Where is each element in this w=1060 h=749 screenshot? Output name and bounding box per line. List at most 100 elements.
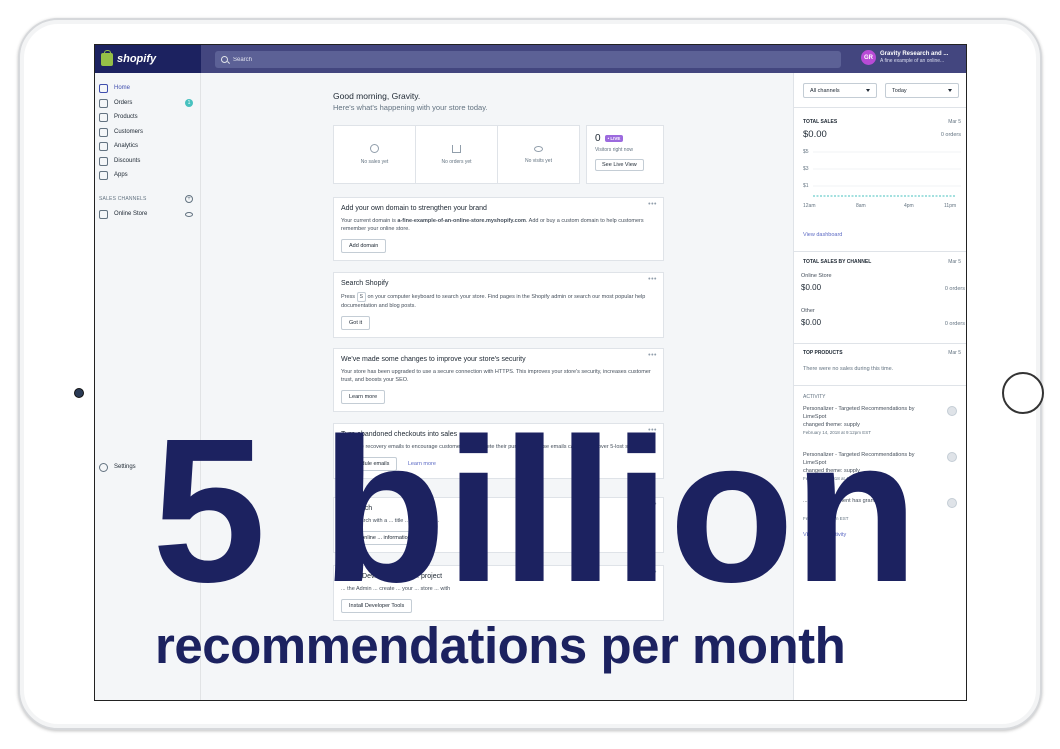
home-button[interactable]	[1002, 372, 1044, 414]
chart-x-label: 11pm	[944, 203, 957, 209]
top-products-section: TOP PRODUCTS Mar 5 There were no sales d…	[794, 343, 966, 388]
shopping-bag-icon	[101, 49, 113, 66]
inbox-icon	[452, 144, 461, 153]
sidebar-item-online-store[interactable]: Online Store	[99, 208, 147, 220]
other-channel-orders: 0 orders	[944, 321, 965, 327]
sidebar-item-discounts[interactable]: Discounts	[99, 155, 140, 167]
card-title: Add your own domain to strengthen your b…	[341, 205, 487, 212]
orders-stat: No orders yet	[416, 126, 498, 183]
logo-text: shopify	[117, 53, 157, 65]
card-body: Your current domain is a-fine-example-of…	[341, 218, 644, 232]
orders-icon	[99, 98, 108, 108]
discount-icon	[99, 156, 108, 166]
live-visitor-count: 0	[595, 133, 601, 144]
sidebar-item-label: Products	[114, 114, 138, 120]
top-products-label: TOP PRODUCTS	[803, 350, 843, 356]
chevron-down-icon	[948, 89, 952, 92]
keyboard-key: S	[356, 292, 366, 302]
home-icon	[99, 83, 108, 93]
online-store-channel-orders: 0 orders	[944, 286, 965, 292]
search-bar[interactable]	[215, 51, 841, 68]
live-badge: • LIVE	[604, 135, 624, 142]
gear-icon	[99, 462, 108, 472]
sidebar-item-settings[interactable]: Settings	[99, 461, 136, 473]
sidebar-item-analytics[interactable]: Analytics	[99, 140, 138, 152]
sales-channels-heading: SALES CHANNELS	[99, 196, 147, 202]
store-account-menu[interactable]: GR Gravity Research and ... A fine examp…	[861, 50, 948, 65]
sales-by-channel-label: TOTAL SALES BY CHANNEL	[803, 259, 872, 265]
person-icon	[99, 127, 108, 137]
sidebar-item-label: Customers	[114, 129, 144, 135]
chart-x-label: 12am	[803, 203, 816, 209]
top-bar: shopify GR Gravity Research and ... A fi…	[95, 45, 966, 73]
app-activity-icon	[947, 452, 957, 462]
app-activity-icon	[947, 406, 957, 416]
date-select[interactable]: Today	[885, 83, 959, 98]
store-icon	[99, 209, 108, 219]
card-title: We've made some changes to improve your …	[341, 356, 526, 363]
stat-label: No visits yet	[525, 157, 552, 164]
bar-chart-icon	[99, 141, 108, 151]
store-subtitle: A fine example of an online...	[880, 58, 945, 64]
total-sales-value: $0.00	[803, 129, 827, 140]
search-input[interactable]	[233, 56, 813, 63]
more-options-icon[interactable]: •••	[648, 352, 657, 359]
view-dashboard-link[interactable]: View dashboard	[803, 232, 842, 238]
sidebar-item-label: Orders	[114, 100, 133, 106]
chart-x-label: 8am	[856, 203, 866, 209]
eye-icon	[534, 145, 543, 152]
sidebar-item-customers[interactable]: Customers	[99, 126, 143, 138]
sales-stat: No sales yet	[334, 126, 416, 183]
more-options-icon[interactable]: •••	[648, 276, 657, 283]
total-sales-section: TOTAL SALES Mar 5 $0.00 0 orders $5 $3 $…	[794, 107, 966, 264]
chevron-down-icon	[866, 89, 870, 92]
stat-label: No orders yet	[441, 158, 472, 165]
sidebar-item-label: Discounts	[114, 158, 141, 164]
add-channel-plus-icon[interactable]: +	[185, 195, 193, 203]
stat-label: No sales yet	[360, 159, 389, 165]
greeting-title: Good morning, Gravity.	[333, 91, 421, 101]
avatar: GR	[861, 50, 876, 65]
shopify-logo[interactable]: shopify	[95, 45, 201, 73]
sales-by-channel-section: TOTAL SALES BY CHANNEL Mar 5 Online Stor…	[794, 251, 966, 343]
select-value: Today	[892, 87, 907, 94]
sidebar-item-label: Settings	[114, 464, 136, 470]
online-store-channel-value: $0.00	[801, 283, 822, 292]
sidebar-item-label: Apps	[114, 172, 128, 178]
got-it-button[interactable]: Got it	[341, 316, 371, 330]
sidebar-item-label: Online Store	[114, 211, 148, 217]
online-store-channel-label: Online Store	[801, 273, 832, 279]
headline-overlay: 5 billion	[152, 396, 918, 625]
card-body: Press S on your computer keyboard to sea…	[341, 292, 646, 309]
orders-count-badge: 1	[185, 99, 193, 107]
sidebar-item-products[interactable]: Products	[99, 111, 138, 123]
sidebar-item-home[interactable]: Home	[99, 82, 130, 94]
search-icon	[221, 56, 228, 63]
sales-chart	[813, 151, 961, 197]
visits-stat: No visits yet	[498, 126, 579, 183]
view-store-eye-icon[interactable]	[185, 212, 193, 217]
camera-icon	[74, 388, 84, 398]
channel-select[interactable]: All channels	[803, 83, 877, 98]
sidebar-item-orders[interactable]: Orders	[99, 97, 132, 109]
sidebar-item-label: Analytics	[114, 143, 139, 149]
select-value: All channels	[810, 87, 840, 94]
live-subtitle: Visitors right now	[595, 147, 633, 153]
domain-card: ••• Add your own domain to strengthen yo…	[333, 197, 664, 261]
subline-overlay: recommendations per month	[155, 617, 846, 674]
sales-by-channel-date: Mar 5	[948, 259, 961, 265]
live-view-card: 0 • LIVE Visitors right now See Live Vie…	[586, 125, 664, 184]
greeting-subtitle: Here's what's happening with your store …	[333, 103, 488, 112]
sidebar-item-apps[interactable]: Apps	[99, 169, 128, 181]
tag-icon	[99, 112, 108, 122]
total-sales-orders: 0 orders	[940, 132, 961, 138]
total-sales-label: TOTAL SALES	[803, 119, 838, 125]
sidebar-item-label: Home	[114, 85, 131, 91]
chart-x-label: 4pm	[904, 203, 914, 209]
more-options-icon[interactable]: •••	[648, 201, 657, 208]
other-channel-value: $0.00	[801, 318, 822, 327]
add-domain-button[interactable]: Add domain	[341, 239, 387, 253]
search-shopify-card: ••• Search Shopify Press S on your compu…	[333, 272, 664, 338]
top-products-date: Mar 5	[948, 350, 961, 356]
see-live-view-button[interactable]: See Live View	[595, 159, 644, 171]
